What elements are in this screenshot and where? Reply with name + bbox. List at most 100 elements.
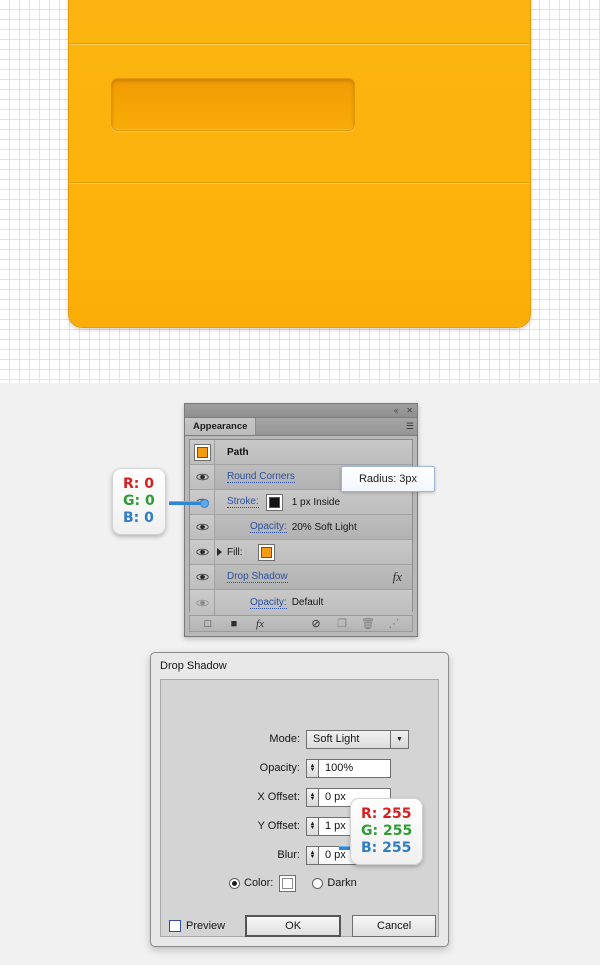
panel-menu-icon[interactable]: ☰ bbox=[406, 421, 414, 432]
appearance-row-stroke-opacity[interactable]: Opacity: 20% Soft Light bbox=[190, 515, 412, 540]
eye-icon bbox=[195, 473, 209, 481]
appearance-attribute-list: Path Round Corners Stroke: 1 px Inside O… bbox=[189, 439, 413, 615]
shadow-color-chip[interactable] bbox=[279, 874, 297, 892]
appearance-row-drop-shadow[interactable]: Drop Shadow fx bbox=[190, 565, 412, 590]
panel-tab-filler: ☰ bbox=[256, 418, 417, 435]
panel-footer-toolbar: □ ■ fx ⊘ ❐ 🗑 ⋰ bbox=[189, 615, 413, 632]
resize-grip-icon[interactable]: ⋰ bbox=[381, 617, 407, 630]
appearance-row-effect-opacity-label[interactable]: Opacity: bbox=[250, 597, 287, 609]
radius-tooltip-label: Radius: 3px bbox=[358, 473, 418, 485]
stepper-down-icon[interactable]: ▼ bbox=[310, 854, 316, 860]
field-color-darkness: Color: Darkn bbox=[161, 872, 438, 894]
mode-select[interactable]: Soft Light ▼ bbox=[306, 729, 409, 749]
color-radio[interactable] bbox=[229, 877, 240, 889]
opacity-input-value: 100% bbox=[325, 762, 354, 774]
shadow-rgb-r: R: 255 bbox=[361, 806, 412, 822]
path-thumbnail-color bbox=[196, 446, 208, 458]
orange-card-illustration bbox=[68, 0, 531, 328]
darkness-radio[interactable] bbox=[312, 877, 324, 889]
panel-titlebar: « ✕ bbox=[185, 404, 417, 418]
mode-label: Mode: bbox=[269, 733, 300, 745]
opacity-input[interactable]: 100% bbox=[318, 758, 391, 778]
cancel-button-label: Cancel bbox=[377, 920, 412, 932]
blur-stepper[interactable]: ▲ ▼ bbox=[306, 845, 318, 865]
fx-icon[interactable]: fx bbox=[393, 569, 402, 585]
appearance-row-effect-opacity[interactable]: Opacity: Default bbox=[190, 590, 412, 615]
card-seam-bottom bbox=[69, 182, 530, 184]
appearance-row-drop-shadow-label[interactable]: Drop Shadow bbox=[227, 571, 288, 583]
card-seam-top bbox=[69, 43, 530, 45]
add-new-stroke-icon[interactable]: □ bbox=[195, 618, 221, 630]
add-effect-icon[interactable]: fx bbox=[247, 618, 273, 630]
stroke-color-swatch[interactable] bbox=[265, 493, 283, 511]
stroke-color-rgb-callout: R: 0 G: 0 B: 0 bbox=[112, 468, 166, 536]
appearance-panel: « ✕ Appearance ☰ Path Round Corners Stro… bbox=[184, 403, 418, 637]
x-offset-stepper[interactable]: ▲ ▼ bbox=[306, 787, 318, 807]
shadow-color-rgb-callout: R: 255 G: 255 B: 255 bbox=[350, 798, 424, 866]
fill-visibility-cell[interactable] bbox=[190, 540, 215, 564]
effect-opacity-value[interactable]: Default bbox=[292, 597, 324, 608]
card-inset-slot bbox=[111, 78, 355, 131]
appearance-row-round-corners-label[interactable]: Round Corners bbox=[227, 471, 295, 483]
tab-appearance-label: Appearance bbox=[193, 421, 248, 432]
stroke-weight-value[interactable]: 1 px Inside bbox=[292, 497, 340, 508]
y-offset-stepper[interactable]: ▲ ▼ bbox=[306, 816, 318, 836]
preview-checkbox[interactable] bbox=[169, 920, 181, 932]
effect-opacity-visibility-cell[interactable] bbox=[190, 590, 215, 615]
stroke-opacity-visibility-cell[interactable] bbox=[190, 515, 215, 539]
cancel-button[interactable]: Cancel bbox=[352, 915, 437, 937]
opacity-stepper[interactable]: ▲ ▼ bbox=[306, 758, 318, 778]
appearance-row-path-label: Path bbox=[227, 446, 249, 458]
round-corners-visibility-cell[interactable] bbox=[190, 465, 215, 489]
duplicate-item-icon[interactable]: ❐ bbox=[329, 617, 355, 630]
radius-tooltip: Radius: 3px bbox=[341, 466, 435, 492]
stepper-down-icon[interactable]: ▼ bbox=[310, 767, 316, 773]
eye-icon bbox=[195, 548, 209, 556]
stroke-color-pointer-dot bbox=[200, 499, 209, 508]
screenshot-root: « ✕ Appearance ☰ Path Round Corners Stro… bbox=[0, 0, 600, 965]
mode-select-value: Soft Light bbox=[313, 733, 360, 745]
x-offset-label: X Offset: bbox=[257, 791, 300, 803]
appearance-row-stroke-opacity-label[interactable]: Opacity: bbox=[250, 521, 287, 533]
clear-appearance-icon[interactable]: ⊘ bbox=[303, 617, 329, 630]
x-offset-input-value: 0 px bbox=[325, 791, 346, 803]
stroke-rgb-b: B: 0 bbox=[123, 510, 154, 527]
fill-expand-arrow-icon[interactable] bbox=[217, 548, 222, 556]
tab-appearance[interactable]: Appearance bbox=[185, 418, 257, 435]
eye-icon bbox=[195, 599, 209, 606]
appearance-row-stroke[interactable]: Stroke: 1 px Inside bbox=[190, 490, 412, 515]
stepper-down-icon[interactable]: ▼ bbox=[310, 796, 316, 802]
appearance-row-path[interactable]: Path bbox=[190, 440, 412, 465]
stroke-opacity-value[interactable]: 20% Soft Light bbox=[292, 522, 357, 533]
y-offset-input-value: 1 px bbox=[325, 820, 346, 832]
path-thumbnail bbox=[193, 443, 211, 461]
path-thumbnail-cell bbox=[190, 440, 215, 464]
darkness-label: Darkn bbox=[327, 877, 357, 889]
ok-button-label: OK bbox=[285, 920, 302, 932]
add-new-fill-icon[interactable]: ■ bbox=[221, 618, 247, 630]
stroke-rgb-r: R: 0 bbox=[123, 476, 154, 492]
opacity-label: Opacity: bbox=[259, 762, 300, 774]
shadow-color-chip-color bbox=[282, 877, 294, 889]
fill-color-swatch[interactable] bbox=[257, 543, 275, 561]
drop-shadow-visibility-cell[interactable] bbox=[190, 565, 215, 589]
color-radio-dot bbox=[232, 880, 237, 886]
blur-input-value: 0 px bbox=[325, 849, 346, 861]
appearance-row-stroke-label[interactable]: Stroke: bbox=[227, 496, 259, 508]
ok-button[interactable]: OK bbox=[245, 915, 342, 937]
appearance-row-fill[interactable]: Fill: bbox=[190, 540, 412, 565]
close-icon[interactable]: ✕ bbox=[406, 406, 413, 415]
eye-icon bbox=[195, 573, 209, 581]
chevron-down-icon[interactable]: ▼ bbox=[390, 730, 408, 748]
y-offset-label: Y Offset: bbox=[257, 820, 300, 832]
artboard-canvas bbox=[0, 0, 600, 383]
stroke-rgb-g: G: 0 bbox=[123, 493, 155, 510]
panel-tab-row: Appearance ☰ bbox=[185, 418, 417, 436]
stepper-down-icon[interactable]: ▼ bbox=[310, 825, 316, 831]
delete-item-icon[interactable]: 🗑 bbox=[355, 617, 381, 630]
preview-label: Preview bbox=[186, 920, 226, 932]
eye-icon bbox=[195, 523, 209, 531]
field-opacity: Opacity: ▲ ▼ 100% bbox=[161, 757, 438, 779]
field-mode: Mode: Soft Light ▼ bbox=[161, 728, 438, 750]
collapse-icon[interactable]: « bbox=[394, 406, 398, 415]
